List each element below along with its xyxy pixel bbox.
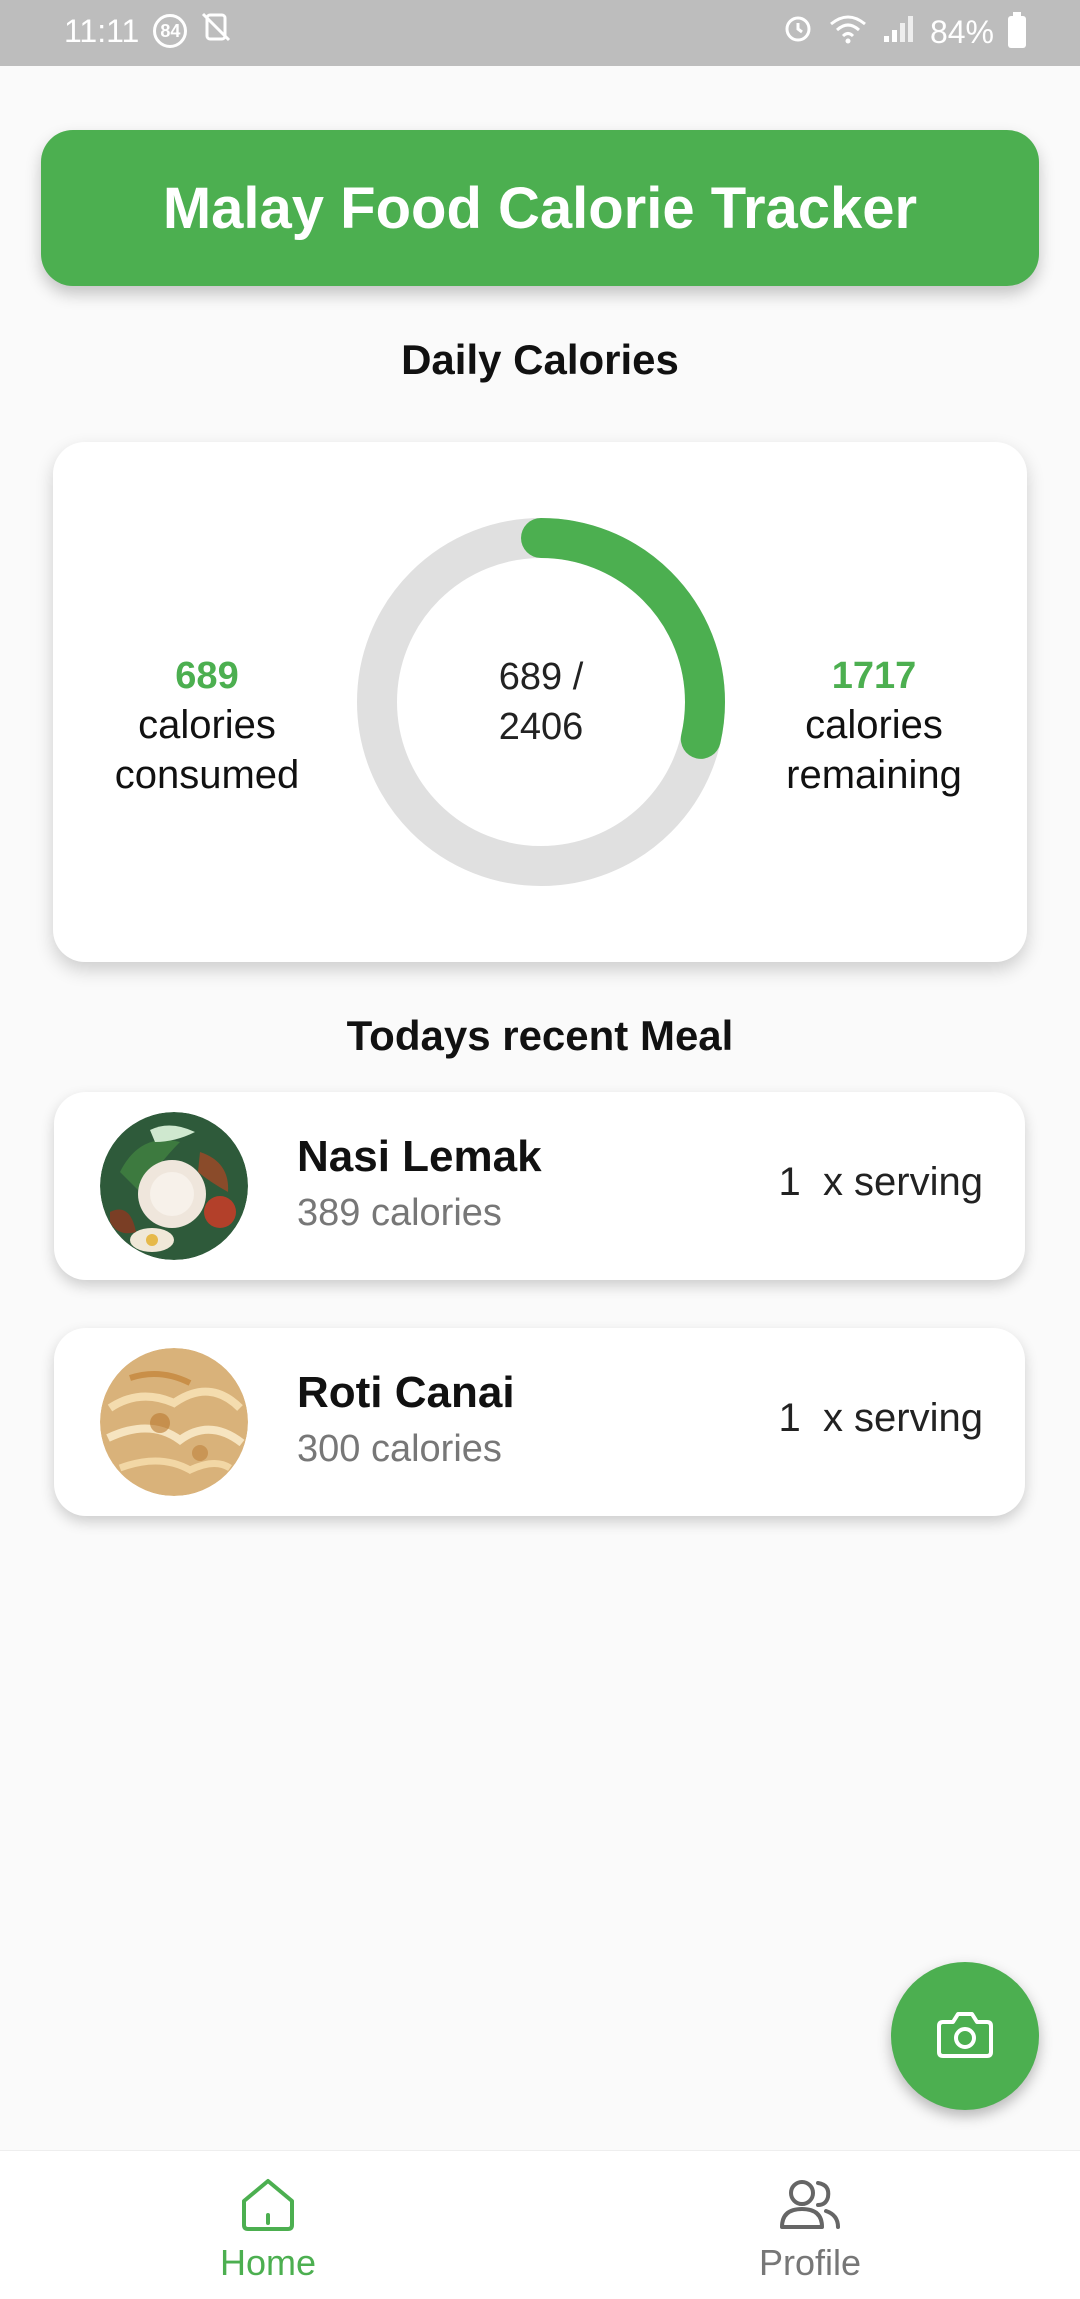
meal-calories: 300 calories bbox=[297, 1428, 502, 1470]
calorie-progress-ring: 689 / 2406 bbox=[357, 518, 725, 886]
meal-thumbnail bbox=[100, 1112, 248, 1260]
status-bar: 11:11 84 84% bbox=[0, 0, 1080, 66]
status-time: 11:11 bbox=[64, 12, 140, 49]
ring-text-line1: 689 / bbox=[498, 656, 584, 698]
camera-icon bbox=[935, 2006, 995, 2067]
no-sim-icon bbox=[201, 12, 231, 50]
recent-meal-title: Todays recent Meal bbox=[346, 1012, 734, 1059]
nav-label-home: Home bbox=[219, 2242, 317, 2283]
home-icon bbox=[238, 2179, 298, 2239]
meal-serving-label: x serving bbox=[822, 1160, 983, 1204]
meal-serving: 1 x serving bbox=[778, 1396, 983, 1441]
ring-text-line2: 2406 bbox=[498, 706, 584, 748]
camera-fab-button[interactable] bbox=[891, 1962, 1039, 2110]
bottom-nav: Home Profile bbox=[0, 2150, 1080, 2299]
meal-serving: 1 x serving bbox=[778, 1160, 983, 1205]
remaining-stat: 1717 calories remaining bbox=[734, 652, 1014, 800]
meal-quantity: 1 bbox=[778, 1396, 801, 1440]
nav-item-profile[interactable]: Profile bbox=[660, 2175, 960, 2284]
profile-icon bbox=[778, 2180, 842, 2239]
wifi-icon bbox=[828, 12, 868, 52]
remaining-value: 1717 bbox=[831, 655, 917, 697]
consumed-label-line1: calories bbox=[138, 703, 276, 747]
remaining-label-line2: remaining bbox=[786, 753, 962, 797]
battery-icon bbox=[1008, 12, 1026, 48]
signal-icon bbox=[882, 12, 916, 52]
daily-calories-card: 689 calories consumed 689 / 2406 1717 ca… bbox=[53, 442, 1027, 962]
meal-name: Nasi Lemak bbox=[297, 1132, 542, 1181]
app-header: Malay Food Calorie Tracker bbox=[41, 130, 1039, 286]
meal-card[interactable]: Roti Canai 300 calories 1 x serving bbox=[54, 1328, 1025, 1516]
meal-name: Roti Canai bbox=[297, 1368, 515, 1417]
notification-count-badge: 84 bbox=[153, 14, 188, 48]
nav-item-home[interactable]: Home bbox=[118, 2175, 418, 2284]
daily-calories-title: Daily Calories bbox=[401, 336, 679, 383]
meal-card[interactable]: Nasi Lemak 389 calories 1 x serving bbox=[54, 1092, 1025, 1280]
meal-quantity: 1 bbox=[778, 1160, 801, 1204]
alarm-icon bbox=[782, 12, 814, 52]
consumed-value: 689 bbox=[175, 655, 239, 697]
meal-calories: 389 calories bbox=[297, 1192, 502, 1234]
consumed-label-line2: consumed bbox=[114, 753, 300, 797]
meal-serving-label: x serving bbox=[822, 1396, 983, 1440]
meal-thumbnail bbox=[100, 1348, 248, 1496]
consumed-stat: 689 calories consumed bbox=[67, 652, 347, 800]
remaining-label-line1: calories bbox=[805, 703, 943, 747]
nav-label-profile: Profile bbox=[758, 2242, 862, 2283]
battery-percent: 84% bbox=[929, 13, 994, 50]
app-title: Malay Food Calorie Tracker bbox=[162, 175, 918, 241]
